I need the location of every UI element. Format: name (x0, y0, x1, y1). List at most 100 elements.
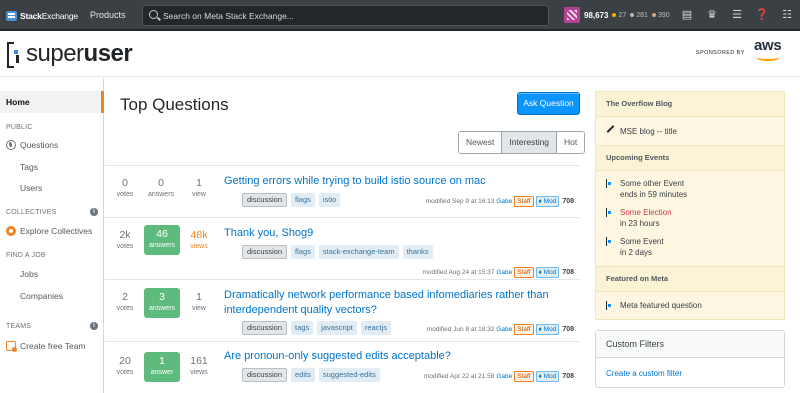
question-filters: Newest Interesting Hot (458, 131, 586, 154)
avatar[interactable] (564, 7, 580, 23)
user-card[interactable]: 98,673 27 281 390 (564, 7, 670, 23)
nav-section-public: PUBLIC (6, 124, 33, 131)
nav-create-team[interactable]: Create free Team (0, 335, 104, 357)
user-link[interactable]: Gabe (496, 198, 512, 205)
event-item[interactable]: Some other Event ends in 59 minutes (606, 178, 781, 200)
tag-flags[interactable]: flags (291, 193, 315, 207)
silver-badge-icon (630, 13, 635, 17)
modified-time[interactable]: modified Apr 22 at 21:58 (424, 373, 494, 380)
modified-time[interactable]: modified Jun 8 at 18:32 (427, 326, 495, 333)
sidebar-widget: The Overflow Blog MSE blog -- title Upco… (595, 91, 785, 320)
aws-smile-icon (756, 53, 780, 61)
nav-questions[interactable]: Questions (0, 134, 104, 156)
tag-thanks[interactable]: thanks (402, 245, 433, 259)
gold-badge-icon (612, 13, 617, 17)
answer-count-accepted: 3 answers (144, 288, 180, 318)
gold-badge-count: 27 (618, 11, 627, 19)
vote-count: 20 votes (116, 355, 134, 376)
filter-hot[interactable]: Hot (557, 132, 585, 153)
products-menu[interactable]: Products (90, 10, 126, 20)
tag-flags[interactable]: flags (291, 245, 315, 259)
blog-heading: The Overflow Blog (596, 91, 784, 117)
view-count: 161 views (190, 355, 208, 376)
event-item[interactable]: Some Event in 2 days (606, 236, 781, 258)
page-title: Top Questions (120, 95, 229, 114)
question-row: 2k votes 46 answers 48k views Thank you, Sh… (105, 217, 580, 279)
tag-reactjs[interactable]: reactjs (360, 321, 391, 335)
event-item[interactable]: Some Election in 23 hours (606, 207, 781, 229)
left-sidebar: Home PUBLIC Questions Tags Users COLLECT… (0, 78, 104, 393)
nav-explore-collectives-label: Explore Collectives (20, 226, 93, 236)
staff-badge: Staff (514, 324, 534, 335)
tag-edits[interactable]: edits (291, 368, 315, 382)
blog-item[interactable]: MSE blog -- title (606, 125, 781, 137)
nav-home[interactable]: Home (0, 91, 104, 113)
search-box[interactable] (142, 5, 549, 26)
inbox-icon[interactable]: ▤ (680, 8, 694, 22)
custom-filters-heading: Custom Filters (596, 331, 784, 358)
event-name: Some Election (620, 208, 672, 217)
question-row: 2 votes 3 answers 1 view Dramatically netwo… (105, 279, 580, 341)
ask-question-button[interactable]: Ask Question (517, 92, 580, 115)
tag-javascript[interactable]: javascript (317, 321, 357, 335)
teams-info-icon[interactable]: i (90, 322, 98, 330)
filter-newest[interactable]: Newest (459, 132, 503, 153)
tag-discussion[interactable]: discussion (242, 245, 288, 259)
stackexchange-logo[interactable]: Stack Exchange (6, 9, 78, 23)
reputation: 98,673 (584, 10, 609, 20)
nav-explore-collectives[interactable]: Explore Collectives (0, 220, 104, 242)
question-title[interactable]: Thank you, Shog9 (224, 226, 564, 241)
search-input[interactable] (163, 9, 543, 22)
question-tags: discussion edits suggested-edits (242, 368, 384, 382)
filter-interesting[interactable]: Interesting (502, 132, 558, 153)
topbar-icons: ▤ ♛ ☰ ❓ ☷ (680, 8, 800, 22)
tag-istio[interactable]: istio (318, 193, 341, 207)
user-link[interactable]: Gabe (496, 326, 512, 333)
mod-badge: ♦ Mod (535, 267, 560, 278)
tag-tags[interactable]: tags (291, 321, 314, 335)
staff-badge: Staff (514, 371, 534, 382)
event-icon (606, 237, 613, 246)
featured-item-label: Meta featured question (620, 301, 702, 310)
tag-discussion[interactable]: discussion (242, 321, 288, 335)
collectives-icon (6, 226, 16, 236)
collectives-info-icon[interactable]: i (90, 208, 98, 216)
vote-count: 2k votes (116, 229, 134, 250)
user-link[interactable]: Gabe (496, 269, 512, 276)
main-content: Top Questions Ask Question Newest Intere… (105, 78, 586, 393)
question-row: 20 votes 1 answer 161 views Are pronoun-onl… (105, 341, 580, 393)
nav-jobs[interactable]: Jobs (0, 263, 104, 285)
custom-filters-widget: Custom Filters Create a custom filter (595, 330, 785, 388)
create-custom-filter-link[interactable]: Create a custom filter (606, 369, 682, 378)
pencil-icon (606, 125, 615, 133)
search-icon (149, 10, 158, 19)
superuser-logo[interactable]: superuser (6, 40, 133, 68)
site-switcher-icon[interactable]: ☷ (780, 8, 794, 22)
nav-tags[interactable]: Tags (0, 156, 104, 178)
achievements-icon[interactable]: ♛ (705, 8, 719, 22)
globe-icon (6, 140, 16, 150)
question-title[interactable]: Getting errors while trying to build ist… (224, 174, 564, 189)
silver-badge-count: 281 (636, 11, 648, 19)
nav-users[interactable]: Users (0, 177, 104, 199)
review-icon[interactable]: ☰ (730, 8, 744, 22)
help-icon[interactable]: ❓ (755, 8, 769, 22)
modified-info: modified Jun 8 at 18:32 Gabe Staff ♦ Mod… (427, 324, 574, 335)
aws-logo[interactable]: aws (752, 37, 788, 63)
user-link[interactable]: Gabe (496, 373, 512, 380)
modified-info: modified Apr 22 at 21:58 Gabe Staff ♦ Mo… (424, 371, 574, 382)
question-title[interactable]: Are pronoun-only suggested edits accepta… (224, 349, 564, 364)
question-title[interactable]: Dramatically network performance based i… (224, 288, 564, 318)
tag-discussion[interactable]: discussion (242, 193, 288, 207)
brand-bold: Stack (20, 11, 42, 21)
vote-count: 0 votes (116, 177, 134, 198)
tag-suggested-edits[interactable]: suggested-edits (318, 368, 380, 382)
nav-companies[interactable]: Companies (0, 285, 104, 307)
modified-time[interactable]: modified Sep 9 at 16:13 (426, 198, 495, 205)
featured-item[interactable]: Meta featured question (606, 300, 781, 311)
blog-item-label: MSE blog -- title (620, 127, 677, 136)
event-when: ends in 59 minutes (620, 190, 688, 199)
tag-stack-exchange-team[interactable]: stack-exchange-team (318, 245, 399, 259)
modified-time[interactable]: modified Aug 24 at 15:37 (422, 269, 494, 276)
tag-discussion[interactable]: discussion (242, 368, 288, 382)
